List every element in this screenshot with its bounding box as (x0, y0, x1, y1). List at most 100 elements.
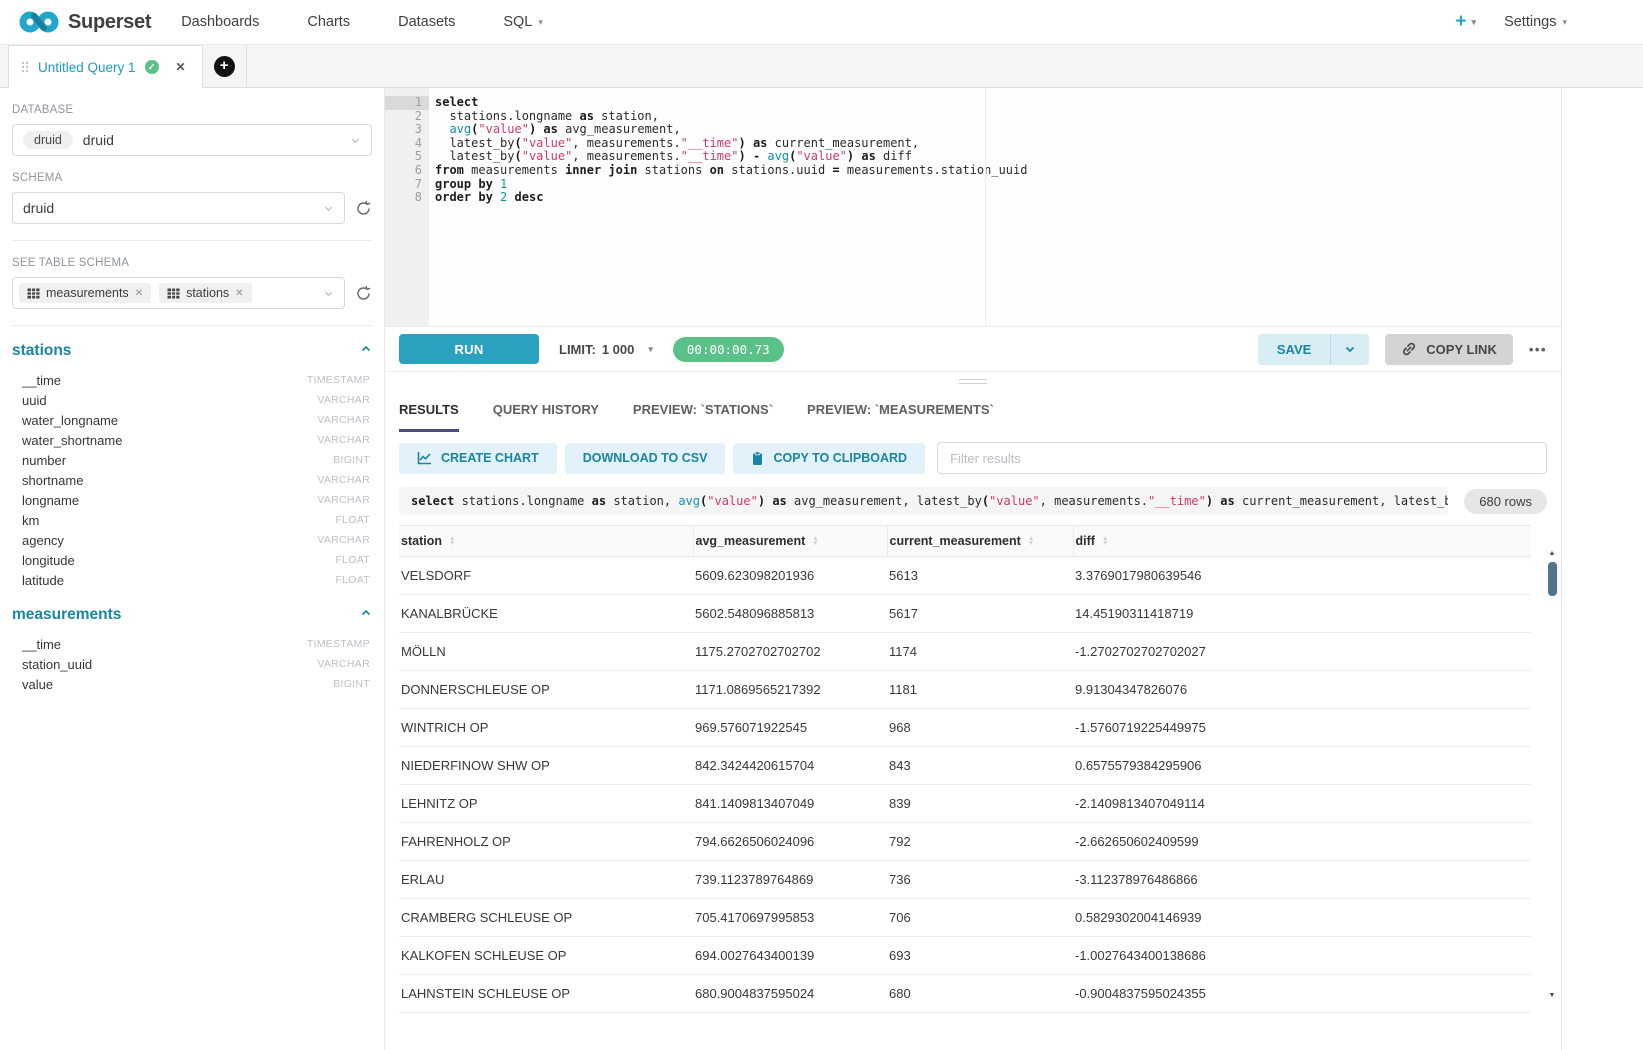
superset-logo[interactable]: Superset (18, 11, 151, 34)
download-csv-button[interactable]: DOWNLOAD TO CSV (565, 443, 726, 474)
table-section-header[interactable]: stations (12, 342, 372, 360)
code-line: avg("value") as avg_measurement, (435, 123, 1561, 137)
line-number: 4 (385, 137, 429, 151)
refresh-tables-icon[interactable] (355, 285, 372, 302)
chevron-down-icon (350, 135, 361, 146)
column-name: uuid (22, 393, 47, 408)
create-chart-button[interactable]: CREATE CHART (399, 443, 557, 474)
column-name: number (22, 453, 66, 468)
editor-toolbar: RUN LIMIT: 1 000 ▾ 00:00:00.73 SAVE (385, 326, 1561, 372)
column-header-diff[interactable]: diff▲▼ (1073, 526, 1531, 557)
run-button[interactable]: RUN (399, 334, 539, 364)
table-select[interactable]: measurements✕stations✕ (12, 277, 345, 309)
table-cell: 5613 (887, 557, 1073, 595)
sort-icon: ▲▼ (1102, 536, 1108, 547)
table-cell: 3.3769017980639546 (1073, 557, 1531, 595)
sql-token: avg (449, 122, 471, 136)
editor-code[interactable]: select stations.longname as station, avg… (429, 88, 1561, 326)
drag-handle-icon (21, 60, 29, 74)
table-cell: LEHNITZ OP (399, 785, 693, 823)
table-cell: 969.576071922545 (693, 709, 887, 747)
sql-token: ) (738, 149, 745, 163)
sql-token: as (592, 494, 606, 508)
sql-token: from (435, 163, 464, 177)
table-cell: -2.662650602409599 (1073, 823, 1531, 861)
scrollbar-track[interactable] (1546, 558, 1558, 992)
copy-link-button[interactable]: COPY LINK (1385, 334, 1513, 365)
sql-editor[interactable]: 12345678 select stations.longname as sta… (385, 88, 1561, 326)
sql-token: "value" (478, 122, 529, 136)
line-number: 1 (385, 96, 429, 110)
table-cell: -3.112378976486866 (1073, 861, 1531, 899)
sql-token: as (861, 149, 875, 163)
new-item-button[interactable]: +▾ (1455, 11, 1476, 33)
save-dropdown-button[interactable] (1331, 334, 1369, 365)
limit-dropdown[interactable]: LIMIT: 1 000 ▾ (559, 342, 653, 357)
table-cell: 841.1409813407049 (693, 785, 887, 823)
save-split-button: SAVE (1258, 334, 1369, 365)
database-select[interactable]: druid druid (12, 124, 372, 156)
remove-table-icon[interactable]: ✕ (235, 288, 243, 299)
nav-menu: Dashboards Charts Datasets SQL▾ (181, 14, 543, 30)
remove-table-icon[interactable]: ✕ (135, 288, 143, 299)
sql-token: as (753, 136, 767, 150)
line-number: 8 (385, 191, 429, 205)
table-cell: -1.5760719225449975 (1073, 709, 1531, 747)
nav-item-charts[interactable]: Charts (307, 14, 350, 30)
close-tab-icon[interactable]: ✕ (176, 60, 186, 74)
sql-token: , measurements. (572, 136, 680, 150)
divider (12, 325, 372, 326)
filter-results-input[interactable] (937, 442, 1547, 474)
table-pill-measurements[interactable]: measurements ✕ (19, 283, 151, 303)
column-header-current_measurement[interactable]: current_measurement▲▼ (887, 526, 1073, 557)
table-cell: 0.6575579384295906 (1073, 747, 1531, 785)
more-actions-button[interactable]: ••• (1529, 342, 1547, 357)
nav-item-dashboards[interactable]: Dashboards (181, 14, 259, 30)
sql-token (746, 149, 753, 163)
table-cell: -0.9004837595024355 (1073, 975, 1531, 1013)
sql-token: stations.longname (435, 109, 580, 123)
query-preview-row: select stations.longname as station, avg… (399, 487, 1547, 515)
nav-item-datasets[interactable]: Datasets (398, 14, 455, 30)
table-cell: 680.9004837595024 (693, 975, 887, 1013)
table-pill-label: measurements (46, 286, 129, 300)
results-scrollbar[interactable]: ▲ ▼ (1546, 550, 1558, 1000)
table-cell: 843 (887, 747, 1073, 785)
nav-item-sql[interactable]: SQL▾ (503, 14, 543, 30)
tab-preview-stations[interactable]: PREVIEW: `STATIONS` (633, 390, 773, 432)
settings-menu[interactable]: Settings▾ (1504, 14, 1567, 30)
table-cell: 1171.0869565217392 (693, 671, 887, 709)
chevron-up-icon (360, 606, 372, 624)
schema-select[interactable]: druid (12, 192, 345, 224)
table-cell: -2.1409813407049114 (1073, 785, 1531, 823)
save-button[interactable]: SAVE (1258, 334, 1331, 365)
scroll-up-icon[interactable]: ▲ (1549, 550, 1556, 558)
tab-preview-measurements[interactable]: PREVIEW: `MEASUREMENTS` (807, 390, 994, 432)
column-name: longname (22, 493, 79, 508)
sql-token: as (1220, 494, 1234, 508)
table-section-measurements: measurements__timeTIMESTAMPstation_uuidV… (12, 606, 372, 694)
column-header-inner: station▲▼ (401, 534, 455, 548)
sort-icon: ▲▼ (1028, 536, 1034, 547)
query-tab-active[interactable]: Untitled Query 1 ✓ ✕ (8, 45, 203, 88)
table-cell: KANALBRÜCKE (399, 595, 693, 633)
chevron-down-icon (323, 203, 334, 214)
column-header-station[interactable]: station▲▼ (399, 526, 693, 557)
sort-desc-icon: ▼ (1028, 541, 1034, 547)
column-header-avg_measurement[interactable]: avg_measurement▲▼ (693, 526, 887, 557)
table-pill-stations[interactable]: stations✕ (159, 283, 251, 303)
sql-token: ( (514, 149, 521, 163)
add-query-tab[interactable]: + (203, 45, 247, 87)
sql-token: "__time" (681, 136, 739, 150)
table-row: VELSDORF5609.62309820193656133.376901798… (399, 557, 1531, 595)
scrollbar-thumb[interactable] (1548, 562, 1557, 596)
pane-resize-handle[interactable] (399, 372, 1547, 390)
tab-query-history[interactable]: QUERY HISTORY (493, 390, 599, 432)
table-section-header[interactable]: measurements (12, 606, 372, 624)
copy-to-clipboard-button[interactable]: COPY TO CLIPBOARD (733, 443, 925, 474)
sql-token: as (543, 122, 557, 136)
refresh-schema-icon[interactable] (355, 200, 372, 217)
column-header-inner: current_measurement▲▼ (890, 534, 1035, 548)
tab-results[interactable]: RESULTS (399, 390, 459, 432)
scroll-down-icon[interactable]: ▼ (1549, 992, 1556, 1000)
